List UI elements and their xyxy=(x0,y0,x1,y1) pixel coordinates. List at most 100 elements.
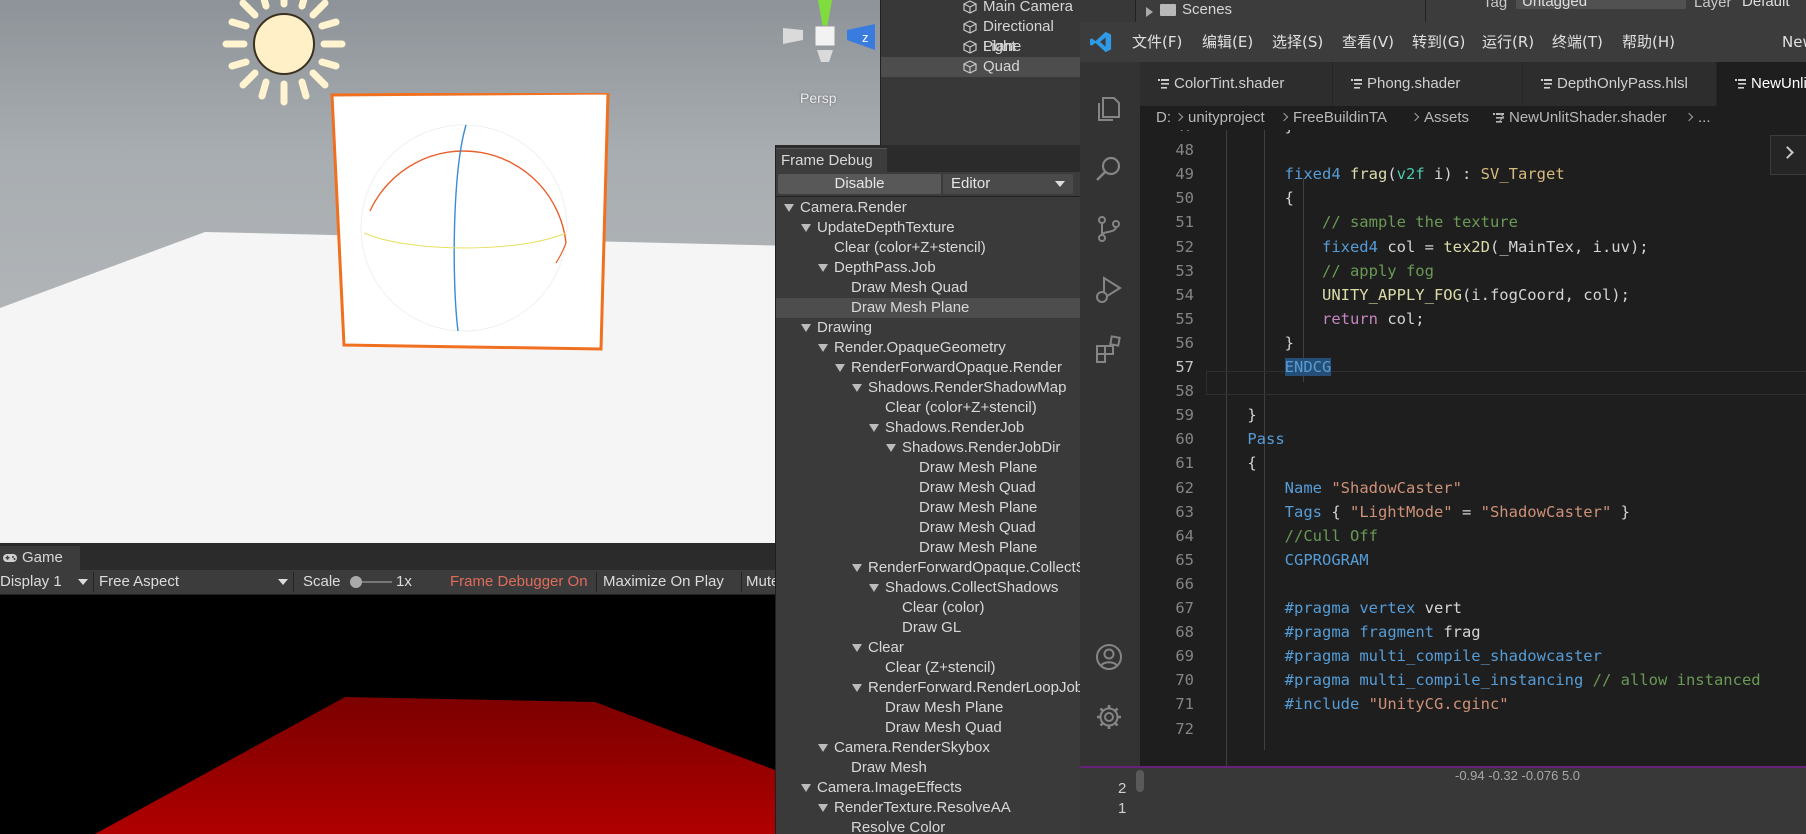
frame-event-row[interactable]: Draw Mesh Quad xyxy=(776,518,1081,538)
frame-event-row[interactable]: Camera.ImageEffects xyxy=(776,778,1081,798)
directional-light-icon[interactable] xyxy=(220,0,348,108)
menu-item[interactable]: 选择(S) xyxy=(1272,22,1323,62)
expand-triangle-icon[interactable] xyxy=(869,584,879,592)
code-line[interactable]: 70 #pragma multi_compile_instancing // a… xyxy=(1140,668,1806,692)
editor-dropdown[interactable]: Editor xyxy=(943,174,1073,194)
menu-item[interactable]: 终端(T) xyxy=(1552,22,1603,62)
code-line[interactable]: 56 } xyxy=(1140,331,1806,355)
code-line[interactable]: 68 #pragma fragment frag xyxy=(1140,620,1806,644)
frame-event-row[interactable]: Shadows.RenderShadowMap xyxy=(776,378,1081,398)
frame-event-row[interactable]: Clear (color+Z+stencil) xyxy=(776,398,1081,418)
frame-event-row[interactable]: Draw Mesh Quad xyxy=(776,278,1081,298)
run-debug-icon[interactable] xyxy=(1094,274,1124,304)
perspective-label[interactable]: Persp xyxy=(800,90,837,106)
frame-event-row[interactable]: Shadows.RenderJob xyxy=(776,418,1081,438)
expand-triangle-icon[interactable] xyxy=(818,804,828,812)
breadcrumb-item[interactable]: ... xyxy=(1698,106,1711,130)
scrollbar-thumb[interactable] xyxy=(1136,770,1144,792)
frame-event-row[interactable]: Camera.Render xyxy=(776,198,1081,218)
code-line[interactable]: 55 return col; xyxy=(1140,307,1806,331)
frame-event-row[interactable]: Drawing xyxy=(776,318,1081,338)
expand-triangle-icon[interactable] xyxy=(818,744,828,752)
menu-item[interactable]: 运行(R) xyxy=(1482,22,1534,62)
frame-event-row[interactable]: Draw Mesh Plane xyxy=(776,458,1081,478)
expand-triangle-icon[interactable] xyxy=(869,424,879,432)
frame-event-row[interactable]: UpdateDepthTexture xyxy=(776,218,1081,238)
frame-event-row[interactable]: Clear (color) xyxy=(776,598,1081,618)
frame-event-row[interactable]: RenderForwardOpaque.CollectShadows xyxy=(776,558,1081,578)
menu-item[interactable]: 转到(G) xyxy=(1412,22,1465,62)
code-line[interactable]: 58 xyxy=(1140,379,1806,403)
frame-event-row[interactable]: RenderForward.RenderLoopJob xyxy=(776,678,1081,698)
expand-triangle-icon[interactable] xyxy=(784,204,794,212)
frame-event-row[interactable]: Draw Mesh Plane xyxy=(776,538,1081,558)
display-dropdown[interactable]: Display 1 xyxy=(0,570,62,594)
expand-triangle-icon[interactable] xyxy=(852,564,862,572)
code-line[interactable]: 54 UNITY_APPLY_FOG(i.fogCoord, col); xyxy=(1140,283,1806,307)
code-line[interactable]: 72 xyxy=(1140,717,1806,741)
code-line[interactable]: 53 // apply fog xyxy=(1140,259,1806,283)
explorer-icon[interactable] xyxy=(1094,94,1124,124)
extensions-icon[interactable] xyxy=(1094,334,1124,364)
game-view[interactable] xyxy=(0,595,775,834)
code-line[interactable]: 61 { xyxy=(1140,451,1806,475)
frame-event-row[interactable]: Render.OpaqueGeometry xyxy=(776,338,1081,358)
code-line[interactable]: 47 } xyxy=(1140,130,1806,138)
breadcrumb-item[interactable]: FreeBuildinTA xyxy=(1293,106,1387,130)
disable-button[interactable]: Disable xyxy=(778,174,941,194)
frame-event-row[interactable]: DepthPass.Job xyxy=(776,258,1081,278)
expand-triangle-icon[interactable] xyxy=(801,784,811,792)
hierarchy-item[interactable]: Directional Light xyxy=(881,17,1081,55)
editor-tab[interactable]: Phong.shader xyxy=(1333,62,1523,106)
frame-event-row[interactable]: Draw Mesh Plane xyxy=(776,498,1081,518)
frame-event-row[interactable]: Clear (color+Z+stencil) xyxy=(776,238,1081,258)
code-line[interactable]: 60 Pass xyxy=(1140,427,1806,451)
code-line[interactable]: 65 CGPROGRAM xyxy=(1140,548,1806,572)
expand-triangle-icon[interactable] xyxy=(852,684,862,692)
gear-icon[interactable] xyxy=(1094,702,1124,732)
code-line[interactable]: 57 ENDCG xyxy=(1140,355,1806,379)
frame-event-row[interactable]: Resolve Color xyxy=(776,818,1081,834)
breadcrumb-item[interactable]: NewUnlitShader.shader xyxy=(1509,106,1667,130)
editor-tab[interactable]: NewUnlitShader.shader xyxy=(1717,62,1806,106)
code-line[interactable]: 50 { xyxy=(1140,186,1806,210)
code-line[interactable]: 59 } xyxy=(1140,403,1806,427)
scale-slider-handle[interactable] xyxy=(350,576,362,588)
frame-event-row[interactable]: Draw Mesh Quad xyxy=(776,718,1081,738)
menu-item[interactable]: 编辑(E) xyxy=(1202,22,1253,62)
breadcrumb-item[interactable]: D: xyxy=(1156,106,1171,130)
search-icon[interactable] xyxy=(1094,154,1124,184)
frame-event-row[interactable]: Draw Mesh Plane xyxy=(776,298,1081,318)
game-tab[interactable]: Game xyxy=(0,546,80,570)
frame-event-row[interactable]: RenderTexture.ResolveAA xyxy=(776,798,1081,818)
code-line[interactable]: 49 fixed4 frag(v2f i) : SV_Target xyxy=(1140,162,1806,186)
folder-expand-icon[interactable] xyxy=(1146,7,1153,17)
hierarchy-item[interactable]: Main Camera xyxy=(881,0,1081,17)
expand-triangle-icon[interactable] xyxy=(886,444,896,452)
account-icon[interactable] xyxy=(1094,642,1124,672)
expand-triangle-icon[interactable] xyxy=(818,264,828,272)
frame-event-row[interactable]: Draw Mesh xyxy=(776,758,1081,778)
editor-tab[interactable]: ColorTint.shader xyxy=(1140,62,1333,106)
frame-debug-tab[interactable]: Frame Debug xyxy=(776,148,887,173)
mute-audio-toggle[interactable]: Mute Audio xyxy=(746,570,775,594)
expand-triangle-icon[interactable] xyxy=(835,364,845,372)
code-line[interactable]: 63 Tags { "LightMode" = "ShadowCaster" } xyxy=(1140,500,1806,524)
expand-triangle-icon[interactable] xyxy=(852,384,862,392)
expand-triangle-icon[interactable] xyxy=(801,224,811,232)
code-line[interactable]: 52 fixed4 col = tex2D(_MainTex, i.uv); xyxy=(1140,235,1806,259)
code-line[interactable]: 62 Name "ShadowCaster" xyxy=(1140,476,1806,500)
frame-event-row[interactable]: Draw Mesh Quad xyxy=(776,478,1081,498)
breadcrumb-item[interactable]: unityproject xyxy=(1188,106,1265,130)
layer-value[interactable]: Default xyxy=(1742,0,1790,10)
project-folder-scenes[interactable]: Scenes xyxy=(1182,0,1232,20)
outline-toggle[interactable] xyxy=(1770,135,1806,175)
menu-item[interactable]: 帮助(H) xyxy=(1622,22,1675,62)
frame-event-row[interactable]: Shadows.RenderJobDir xyxy=(776,438,1081,458)
frame-event-row[interactable]: RenderForwardOpaque.Render xyxy=(776,358,1081,378)
editor-tab[interactable]: DepthOnlyPass.hlsl xyxy=(1523,62,1717,106)
frame-event-row[interactable]: Draw GL xyxy=(776,618,1081,638)
code-editor[interactable]: 47 }4849 fixed4 frag(v2f i) : SV_Target5… xyxy=(1140,130,1806,766)
code-line[interactable]: 51 // sample the texture xyxy=(1140,210,1806,234)
scene-view[interactable]: z Persp xyxy=(0,0,880,543)
